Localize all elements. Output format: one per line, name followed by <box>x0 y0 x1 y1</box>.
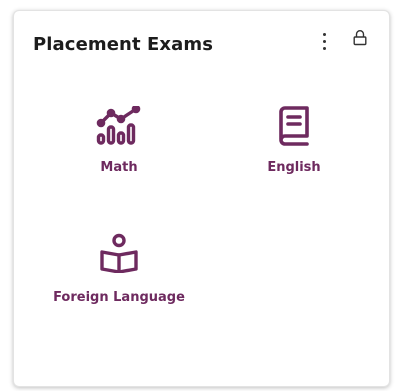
card-header: Placement Exams <box>14 11 389 71</box>
book-icon <box>279 106 309 146</box>
vertical-dot <box>323 47 326 50</box>
foreign-language-tile[interactable]: Foreign Language <box>44 233 194 323</box>
foreign-language-label: Foreign Language <box>53 290 185 305</box>
math-label: Math <box>100 160 138 175</box>
placement-exams-card: Placement Exams Math English Foreign Lan… <box>13 10 390 387</box>
chart-icon <box>96 106 141 145</box>
vertical-dots-icon <box>323 33 326 36</box>
english-label: English <box>267 160 321 175</box>
lock-icon <box>353 30 367 46</box>
card-title: Placement Exams <box>33 34 214 55</box>
vertical-dot <box>323 40 326 43</box>
english-tile[interactable]: English <box>244 101 344 191</box>
more-options-button[interactable] <box>318 30 330 52</box>
math-tile[interactable]: Math <box>69 101 169 191</box>
lock-button[interactable] <box>352 28 368 48</box>
reader-icon <box>100 233 138 273</box>
